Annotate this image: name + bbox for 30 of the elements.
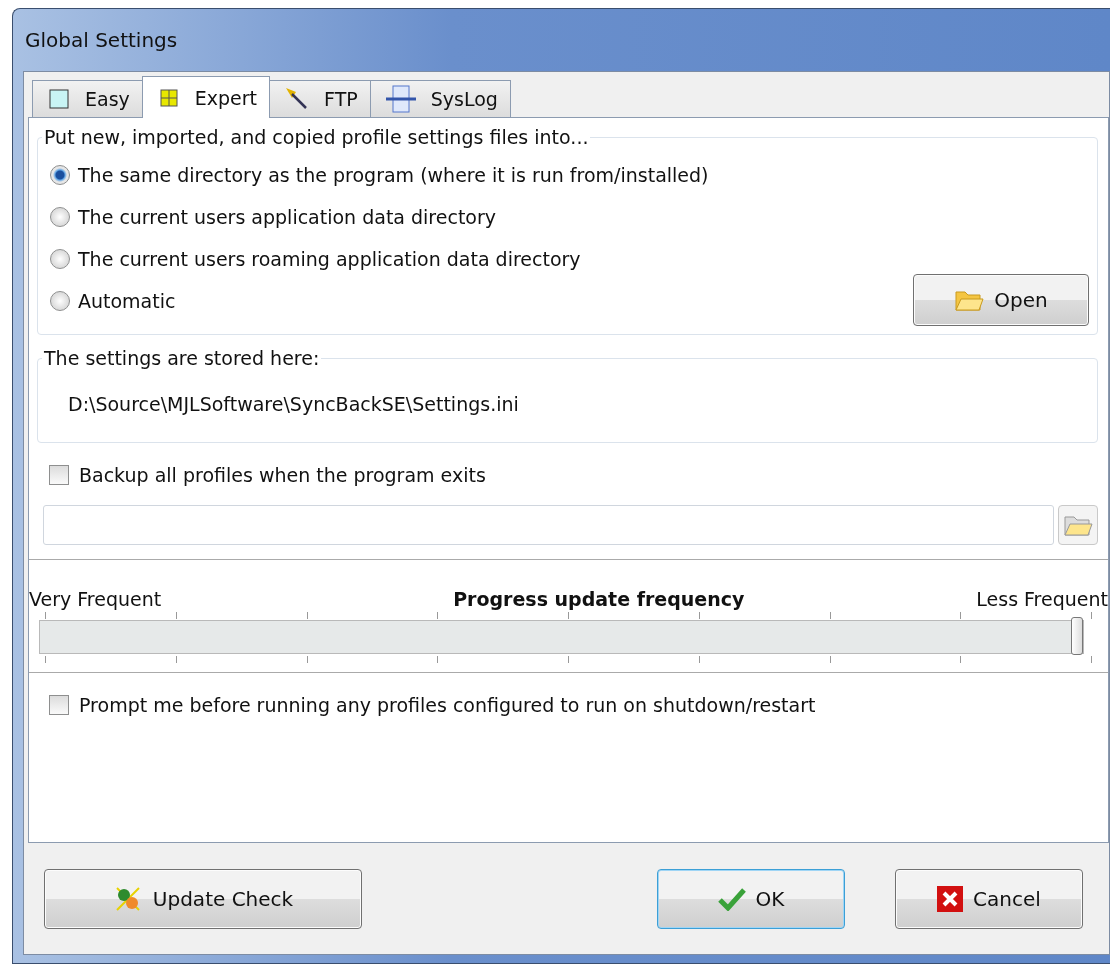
window-title: Global Settings	[24, 27, 179, 54]
tab[interactable]: Easy	[32, 80, 143, 118]
radio-option[interactable]: Automatic	[50, 280, 913, 322]
printer-icon	[384, 84, 417, 114]
backup-checkbox[interactable]: Backup all profiles when the program exits	[37, 455, 1098, 495]
radio-option[interactable]: The same directory as the program (where it is run from/installed)	[50, 154, 913, 196]
tab[interactable]: SysLog	[369, 80, 511, 118]
tab[interactable]: FTP	[269, 80, 371, 118]
slider-min-label: Very Frequent	[29, 588, 162, 610]
prompt-checkbox[interactable]: Prompt me before running any profiles configured to run on shutdown/restart	[37, 685, 1108, 725]
browse-button[interactable]	[1058, 505, 1098, 545]
cancel-button[interactable]: Cancel	[895, 868, 1083, 929]
ok-button[interactable]: OK	[657, 868, 845, 929]
folder-icon	[1063, 513, 1093, 537]
group-title: The settings are stored here:	[43, 347, 321, 369]
slider-title: Progress update frequency	[453, 588, 745, 610]
slider-thumb[interactable]	[1071, 617, 1083, 655]
update-button[interactable]: Update Check	[44, 868, 362, 929]
radio-option[interactable]: The current users application data directory	[50, 196, 913, 238]
open-button[interactable]: Open	[913, 274, 1089, 326]
checkmark-icon	[717, 886, 746, 911]
close-icon	[937, 885, 964, 912]
input-field[interactable]	[43, 505, 1054, 545]
radio-option[interactable]: The current users roaming application data directory	[50, 238, 913, 280]
folder-icon	[954, 288, 985, 312]
group-title: Put new, imported, and copied profile settings files into...	[43, 126, 590, 148]
square-icon	[47, 87, 71, 111]
settings-path: D:\Source\MJLSoftware\SyncBackSE\Settings.ini	[67, 392, 520, 415]
tab[interactable]: Expert	[141, 76, 271, 118]
slider-max-label: Less Frequent	[976, 588, 1108, 610]
